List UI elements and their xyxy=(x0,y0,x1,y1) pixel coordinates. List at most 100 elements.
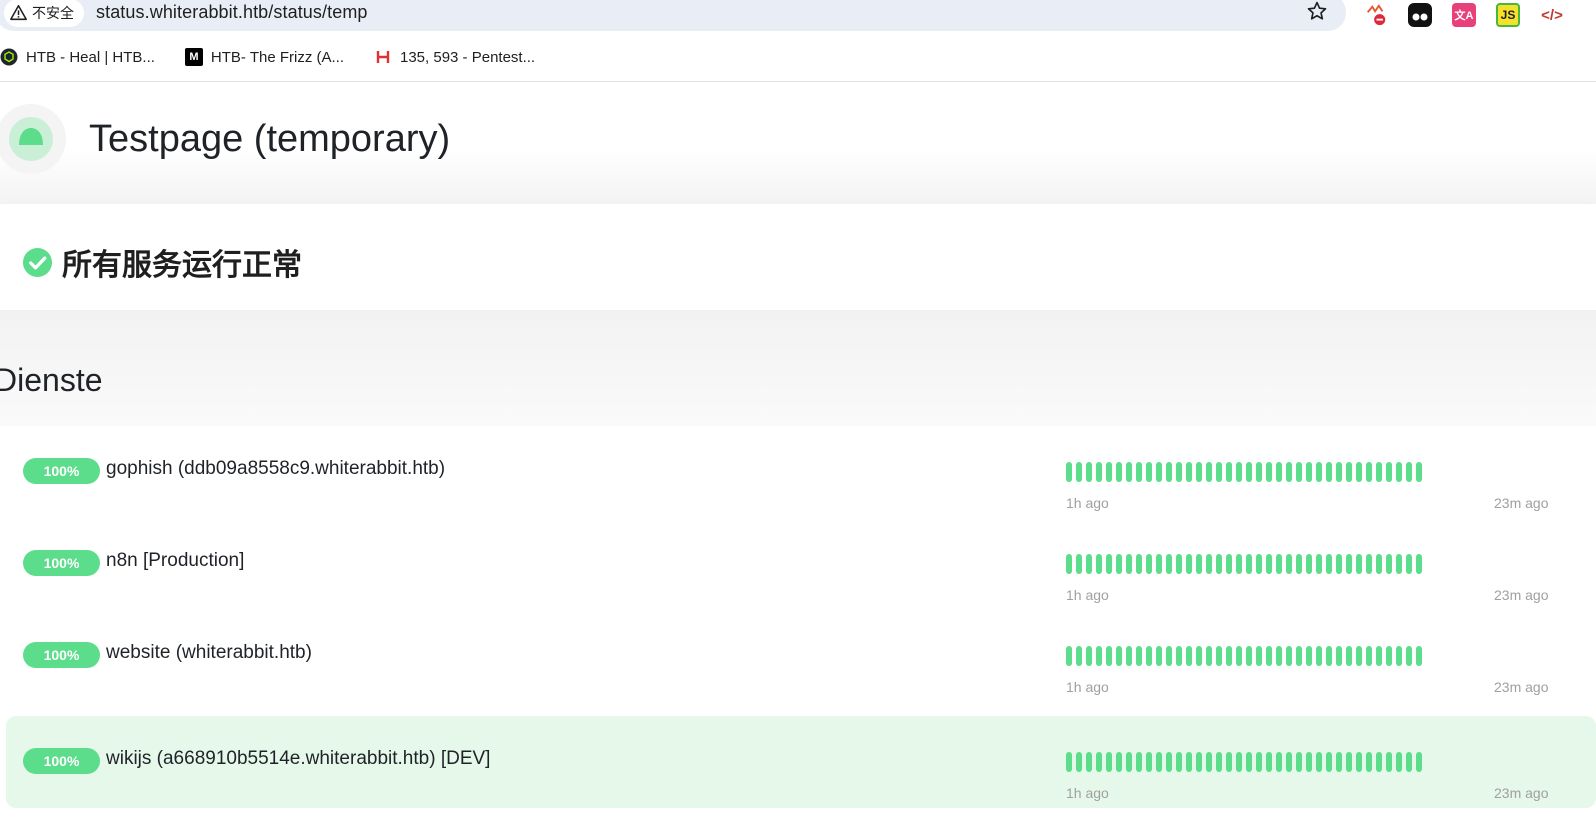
heartbeat-beat[interactable] xyxy=(1336,752,1342,772)
heartbeat-beat[interactable] xyxy=(1416,752,1422,772)
heartbeat-beat[interactable] xyxy=(1376,752,1382,772)
heartbeat-beat[interactable] xyxy=(1166,554,1172,574)
heartbeat-beat[interactable] xyxy=(1106,752,1112,772)
heartbeat-beat[interactable] xyxy=(1156,554,1162,574)
heartbeat-beat[interactable] xyxy=(1076,646,1082,666)
heartbeat-beat[interactable] xyxy=(1276,462,1282,482)
heartbeat-beat[interactable] xyxy=(1216,554,1222,574)
heartbeat-beat[interactable] xyxy=(1236,462,1242,482)
heartbeat-beat[interactable] xyxy=(1246,752,1252,772)
heartbeat-beat[interactable] xyxy=(1256,646,1262,666)
heartbeat-beat[interactable] xyxy=(1066,752,1072,772)
heartbeat-beat[interactable] xyxy=(1186,646,1192,666)
heartbeat-beat[interactable] xyxy=(1216,752,1222,772)
heartbeat-beat[interactable] xyxy=(1416,462,1422,482)
heartbeat-beat[interactable] xyxy=(1116,752,1122,772)
heartbeat-beat[interactable] xyxy=(1106,554,1112,574)
heartbeat-beat[interactable] xyxy=(1126,462,1132,482)
heartbeat-beat[interactable] xyxy=(1386,646,1392,666)
heartbeat-beat[interactable] xyxy=(1236,752,1242,772)
heartbeat-beat[interactable] xyxy=(1366,646,1372,666)
heartbeat-beat[interactable] xyxy=(1226,646,1232,666)
heartbeat-beat[interactable] xyxy=(1246,462,1252,482)
heartbeat-beat[interactable] xyxy=(1136,646,1142,666)
heartbeat-beat[interactable] xyxy=(1086,752,1092,772)
heartbeat-beat[interactable] xyxy=(1086,462,1092,482)
heartbeat-beat[interactable] xyxy=(1396,554,1402,574)
heartbeat-beat[interactable] xyxy=(1366,554,1372,574)
heartbeat-beat[interactable] xyxy=(1306,752,1312,772)
monitor-name[interactable]: wikijs (a668910b5514e.whiterabbit.htb) [… xyxy=(106,748,490,770)
heartbeat-beat[interactable] xyxy=(1146,554,1152,574)
heartbeat-beat[interactable] xyxy=(1076,462,1082,482)
heartbeat-beat[interactable] xyxy=(1406,646,1412,666)
heartbeat-beat[interactable] xyxy=(1326,646,1332,666)
heartbeat-beat[interactable] xyxy=(1196,752,1202,772)
heartbeat-beat[interactable] xyxy=(1246,646,1252,666)
heartbeat-beat[interactable] xyxy=(1086,554,1092,574)
heartbeat-beat[interactable] xyxy=(1356,646,1362,666)
heartbeat-beat[interactable] xyxy=(1226,752,1232,772)
heartbeat-beat[interactable] xyxy=(1386,462,1392,482)
heartbeat-beat[interactable] xyxy=(1366,752,1372,772)
heartbeat-beat[interactable] xyxy=(1146,752,1152,772)
heartbeat-beat[interactable] xyxy=(1146,646,1152,666)
heartbeat-beat[interactable] xyxy=(1146,462,1152,482)
heartbeat-beat[interactable] xyxy=(1076,752,1082,772)
bookmark-pentest[interactable]: 135, 593 - Pentest... xyxy=(374,48,535,66)
heartbeat-beat[interactable] xyxy=(1306,554,1312,574)
monitor-name[interactable]: website (whiterabbit.htb) xyxy=(106,642,312,664)
heartbeat-beat[interactable] xyxy=(1206,462,1212,482)
heartbeat-beat[interactable] xyxy=(1266,462,1272,482)
heartbeat-beat[interactable] xyxy=(1336,462,1342,482)
heartbeat-beat[interactable] xyxy=(1086,646,1092,666)
heartbeat-beat[interactable] xyxy=(1206,752,1212,772)
heartbeat-beat[interactable] xyxy=(1346,646,1352,666)
heartbeat-beat[interactable] xyxy=(1236,554,1242,574)
heartbeat-beat[interactable] xyxy=(1126,554,1132,574)
heartbeat-beat[interactable] xyxy=(1116,462,1122,482)
heartbeat-beat[interactable] xyxy=(1066,554,1072,574)
heartbeat-beat[interactable] xyxy=(1246,554,1252,574)
heartbeat-beat[interactable] xyxy=(1166,752,1172,772)
heartbeat-beat[interactable] xyxy=(1136,462,1142,482)
heartbeat-beat[interactable] xyxy=(1266,554,1272,574)
heartbeat-beat[interactable] xyxy=(1406,752,1412,772)
heartbeat-beat[interactable] xyxy=(1166,462,1172,482)
heartbeat-beat[interactable] xyxy=(1136,554,1142,574)
bookmark-star-icon[interactable] xyxy=(1306,0,1328,22)
heartbeat-beat[interactable] xyxy=(1296,554,1302,574)
heartbeat-beat[interactable] xyxy=(1096,462,1102,482)
heartbeat-beat[interactable] xyxy=(1286,646,1292,666)
heartbeat-beat[interactable] xyxy=(1156,646,1162,666)
heartbeat-beat[interactable] xyxy=(1316,646,1322,666)
heartbeat-beat[interactable] xyxy=(1346,752,1352,772)
heartbeat-beat[interactable] xyxy=(1266,752,1272,772)
heartbeat-beat[interactable] xyxy=(1126,752,1132,772)
heartbeat-beat[interactable] xyxy=(1386,554,1392,574)
heartbeat-beat[interactable] xyxy=(1226,462,1232,482)
monitor-row[interactable]: 100% website (whiterabbit.htb) 1h ago 23… xyxy=(6,610,1596,702)
monitor-row[interactable]: 100% gophish (ddb09a8558c9.whiterabbit.h… xyxy=(6,426,1596,518)
heartbeat-beat[interactable] xyxy=(1166,646,1172,666)
heartbeat-beat[interactable] xyxy=(1196,462,1202,482)
heartbeat-beat[interactable] xyxy=(1126,646,1132,666)
heartbeat-beat[interactable] xyxy=(1406,554,1412,574)
heartbeat-beat[interactable] xyxy=(1236,646,1242,666)
heartbeat-beat[interactable] xyxy=(1276,752,1282,772)
heartbeat-beat[interactable] xyxy=(1316,462,1322,482)
heartbeat-beat[interactable] xyxy=(1186,462,1192,482)
heartbeat-beat[interactable] xyxy=(1276,646,1282,666)
address-bar[interactable]: 不安全 status.whiterabbit.htb/status/temp xyxy=(0,0,1346,31)
heartbeat-beat[interactable] xyxy=(1326,752,1332,772)
heartbeat-beat[interactable] xyxy=(1416,554,1422,574)
heartbeat-beat[interactable] xyxy=(1206,554,1212,574)
heartbeat-beat[interactable] xyxy=(1296,462,1302,482)
heartbeat-beat[interactable] xyxy=(1396,752,1402,772)
monitor-name[interactable]: gophish (ddb09a8558c9.whiterabbit.htb) xyxy=(106,458,445,480)
heartbeat-beat[interactable] xyxy=(1356,462,1362,482)
heartbeat-beat[interactable] xyxy=(1176,646,1182,666)
url-text[interactable]: status.whiterabbit.htb/status/temp xyxy=(96,2,368,23)
heartbeat-beat[interactable] xyxy=(1276,554,1282,574)
heartbeat-beat[interactable] xyxy=(1376,462,1382,482)
